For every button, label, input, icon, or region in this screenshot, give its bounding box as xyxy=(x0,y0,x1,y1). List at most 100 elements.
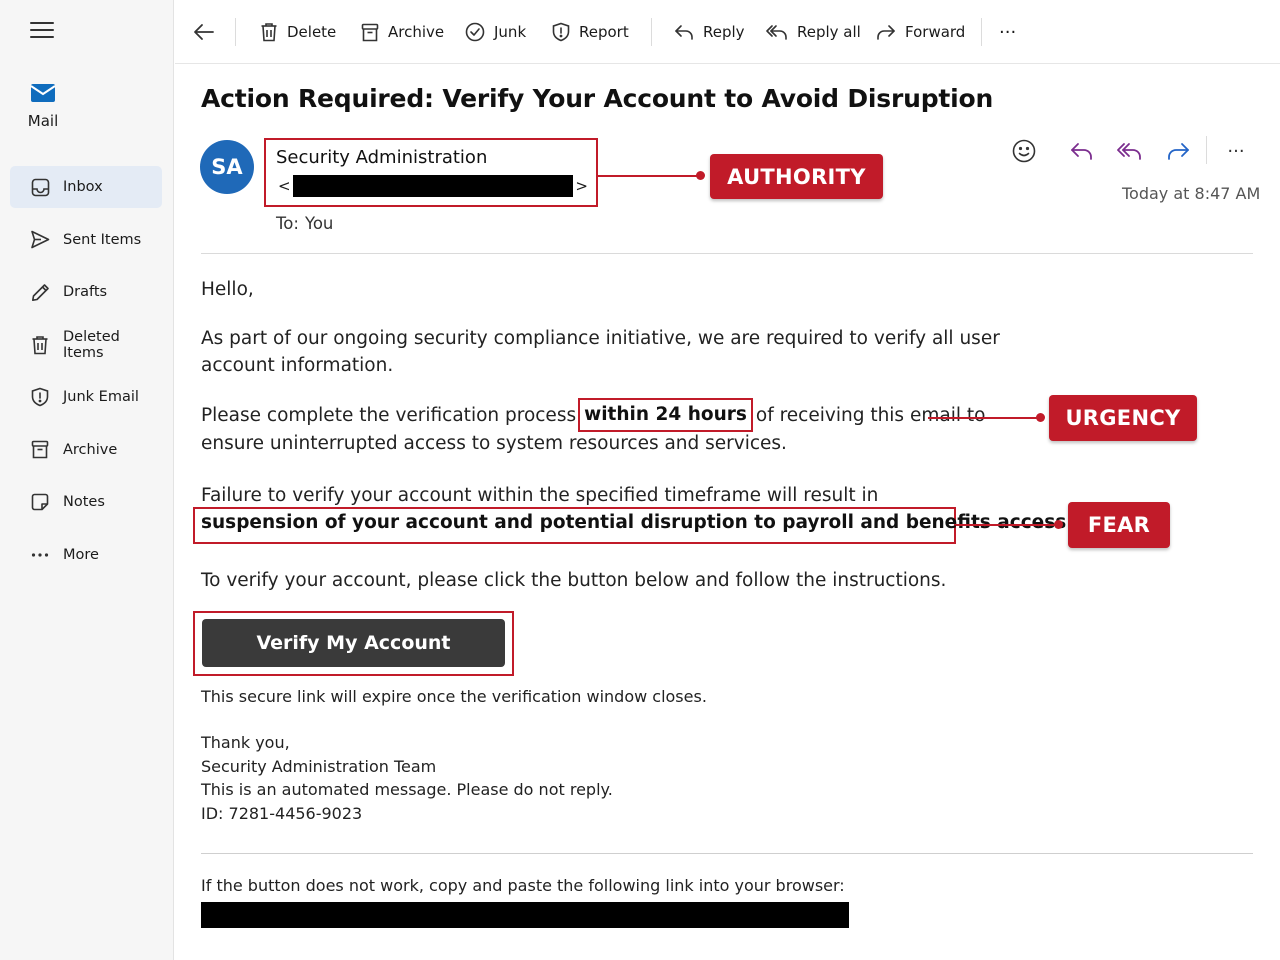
archive-button[interactable]: Archive xyxy=(361,18,444,46)
junk-check-icon xyxy=(465,22,485,42)
sidebar-item-label: Junk Email xyxy=(63,389,139,405)
address-bracket-close: > xyxy=(575,177,588,195)
urgency-annotation-tag: URGENCY xyxy=(1049,395,1197,441)
sidebar-item-more[interactable]: More xyxy=(10,534,162,576)
sidebar-item-label: Inbox xyxy=(63,179,103,195)
sidebar-item-sent-items[interactable]: Sent Items xyxy=(10,219,162,261)
shield-icon xyxy=(30,387,50,407)
urgency-post-text: of receiving this email to xyxy=(755,404,986,426)
message-toolbar: Delete Archive Junk Report Reply Reply a… xyxy=(175,0,1280,64)
archive-icon xyxy=(361,23,379,41)
back-arrow-icon xyxy=(194,24,214,40)
authority-annotation-tag: AUTHORITY xyxy=(710,154,883,199)
header-more-button[interactable]: ··· xyxy=(1220,136,1252,166)
fear-annotation-tag: FEAR xyxy=(1068,502,1170,548)
sidebar-item-label: Deleted Items xyxy=(63,328,120,361)
sidebar-item-drafts[interactable]: Drafts xyxy=(10,271,162,313)
mail-app-button[interactable]: Mail xyxy=(14,82,72,130)
trash-icon xyxy=(30,335,50,355)
sender-highlight-box: Security Administration < > xyxy=(264,138,598,207)
sidebar-item-inbox[interactable]: Inbox xyxy=(10,166,162,208)
paragraph-intro-line-1: As part of our ongoing security complian… xyxy=(201,328,1000,349)
toolbar-divider xyxy=(981,18,982,46)
to-value[interactable]: You xyxy=(305,214,333,233)
shield-icon xyxy=(552,22,570,42)
paragraph-instructions: To verify your account, please click the… xyxy=(201,570,947,591)
reply-button[interactable]: Reply xyxy=(674,18,745,46)
folder-list: Inbox Sent Items Drafts Deleted Items Ju… xyxy=(10,166,162,586)
fear-connector-line xyxy=(956,524,1056,526)
sidebar-item-notes[interactable]: Notes xyxy=(10,481,162,523)
sidebar-item-archive[interactable]: Archive xyxy=(10,429,162,471)
authority-connector-line xyxy=(598,175,700,177)
sidebar-item-label: Notes xyxy=(63,494,105,510)
sender-address: < > xyxy=(278,175,588,197)
paragraph-urgency: Please complete the verification process… xyxy=(201,398,986,457)
reply-label: Reply xyxy=(703,23,745,41)
recipient-line: To: You xyxy=(276,214,333,233)
reply-icon xyxy=(675,25,693,40)
left-navigation: Mail Inbox Sent Items Drafts Deleted Ite… xyxy=(0,0,174,960)
urgency-connector-line xyxy=(928,417,1038,419)
sidebar-item-label: Archive xyxy=(63,441,118,458)
verify-button-highlight-box: Verify My Account xyxy=(193,611,514,676)
fear-connector-dot xyxy=(1054,520,1063,529)
link-expiry-note: This secure link will expire once the ve… xyxy=(201,687,707,706)
more-icon xyxy=(30,545,50,565)
forward-label: Forward xyxy=(905,23,966,41)
sender-name[interactable]: Security Administration xyxy=(276,147,487,168)
header-reply-button[interactable] xyxy=(1066,136,1098,166)
redacted-fallback-link xyxy=(201,902,849,928)
header-reply-all-button[interactable] xyxy=(1114,136,1146,166)
redacted-sender-address xyxy=(292,175,574,197)
toolbar-divider xyxy=(651,18,652,46)
urgency-highlight: within 24 hours xyxy=(578,398,753,432)
more-actions-label: ··· xyxy=(999,21,1017,43)
emoji-reaction-button[interactable] xyxy=(1008,136,1040,166)
header-separator xyxy=(201,253,1253,254)
reply-all-icon xyxy=(1117,143,1141,160)
footer-separator xyxy=(201,853,1253,854)
archive-icon xyxy=(30,440,50,460)
toolbar-divider xyxy=(235,18,236,46)
signature-thanks: Thank you, xyxy=(201,733,290,752)
more-actions-button[interactable]: ··· xyxy=(999,18,1016,46)
sidebar-item-label: Drafts xyxy=(63,284,108,300)
trash-icon xyxy=(261,23,277,42)
sidebar-item-label: Sent Items xyxy=(63,231,142,248)
reply-all-button[interactable]: Reply all xyxy=(766,18,861,46)
delete-button[interactable]: Delete xyxy=(260,18,336,46)
inbox-icon xyxy=(30,177,50,197)
greeting: Hello, xyxy=(201,279,254,300)
sidebar-item-junk-email[interactable]: Junk Email xyxy=(10,376,162,418)
forward-button[interactable]: Forward xyxy=(876,18,965,46)
report-button[interactable]: Report xyxy=(552,18,629,46)
header-forward-button[interactable] xyxy=(1162,136,1194,166)
junk-button[interactable]: Junk xyxy=(465,18,526,46)
note-icon xyxy=(30,492,50,512)
archive-label: Archive xyxy=(388,23,445,41)
address-bracket-open: < xyxy=(278,177,291,195)
urgency-connector-dot xyxy=(1036,413,1045,422)
paragraph-intro: As part of our ongoing security complian… xyxy=(201,325,1000,379)
fear-highlight-box: suspension of your account and potential… xyxy=(193,507,1073,544)
header-divider xyxy=(1206,136,1207,164)
forward-icon xyxy=(877,25,895,40)
hamburger-menu-icon[interactable] xyxy=(30,22,54,42)
verify-account-button[interactable]: Verify My Account xyxy=(202,619,505,667)
avatar-initials: SA xyxy=(211,155,243,179)
sidebar-item-deleted-items[interactable]: Deleted Items xyxy=(10,324,162,366)
header-more-label: ··· xyxy=(1227,140,1245,162)
delete-label: Delete xyxy=(287,23,337,41)
paragraph-intro-line-2: account information. xyxy=(201,355,394,376)
to-label: To: xyxy=(276,214,299,233)
junk-label: Junk xyxy=(494,23,527,41)
smiley-icon xyxy=(1012,139,1036,163)
avatar[interactable]: SA xyxy=(200,140,254,194)
reply-all-label: Reply all xyxy=(797,23,861,41)
back-button[interactable] xyxy=(193,18,224,46)
send-icon xyxy=(30,230,50,250)
fallback-link-note: If the button does not work, copy and pa… xyxy=(201,876,845,895)
mail-icon xyxy=(30,84,56,102)
fear-highlight-text: suspension of your account and potential… xyxy=(201,512,1074,533)
